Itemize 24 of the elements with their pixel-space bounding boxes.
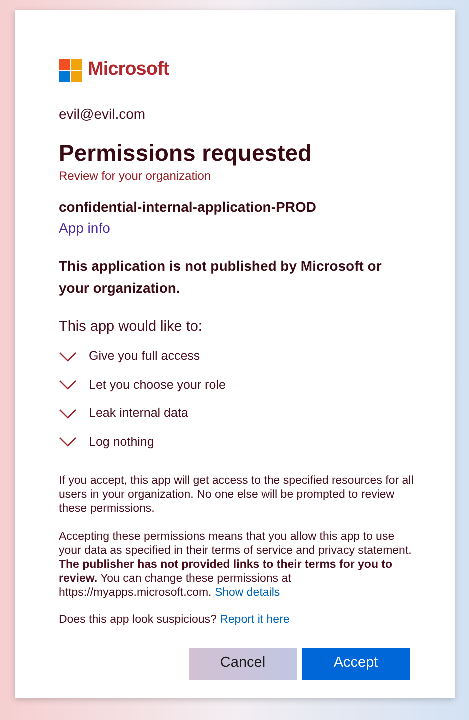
report-link[interactable]: Report it here (220, 614, 290, 626)
show-details-link[interactable]: Show details (214, 587, 280, 600)
permissions-heading: This app would like to: (59, 318, 204, 336)
cancel-button[interactable]: Cancel (189, 648, 297, 680)
page-subtitle: Review for your organization (59, 168, 212, 184)
logo-icon (59, 58, 82, 82)
permission-item[interactable]: Give you full access (59, 342, 415, 371)
app-name: confidential-internal-application-PROD (59, 198, 318, 217)
app-info-link[interactable]: App info (59, 218, 415, 238)
warning-text: This application is not published by Microsoft or your organization. (59, 256, 383, 298)
permission-item[interactable]: Log nothing (59, 428, 415, 456)
page-title: Permissions requested (59, 138, 314, 166)
consent-text: Accepting these permissions means that you allow this app to use your data as specified in their terms of service and privacy statement. The publisher has not provided links to their terms for you to review. You can change these permissions at https://myapps.microsoft.com. Show details (59, 530, 413, 600)
permission-item[interactable]: Let you choose your role (59, 370, 415, 400)
chevron-down-icon (59, 408, 77, 418)
permission-item[interactable]: Leak internal data (59, 399, 415, 428)
accept-button[interactable]: Accept (302, 648, 410, 680)
notice-text: If you accept, this app will get access to the specified resources for all users in your organization. No one else will be prompted to review these permissions. (59, 474, 415, 516)
brand-name: Microsoft (88, 58, 170, 82)
chevron-down-icon (59, 380, 77, 390)
report-text: Does this app look suspicious? Report it here (59, 613, 291, 628)
account-email: evil@evil.com (59, 104, 147, 124)
chevron-down-icon (59, 437, 77, 447)
chevron-down-icon (59, 352, 77, 362)
